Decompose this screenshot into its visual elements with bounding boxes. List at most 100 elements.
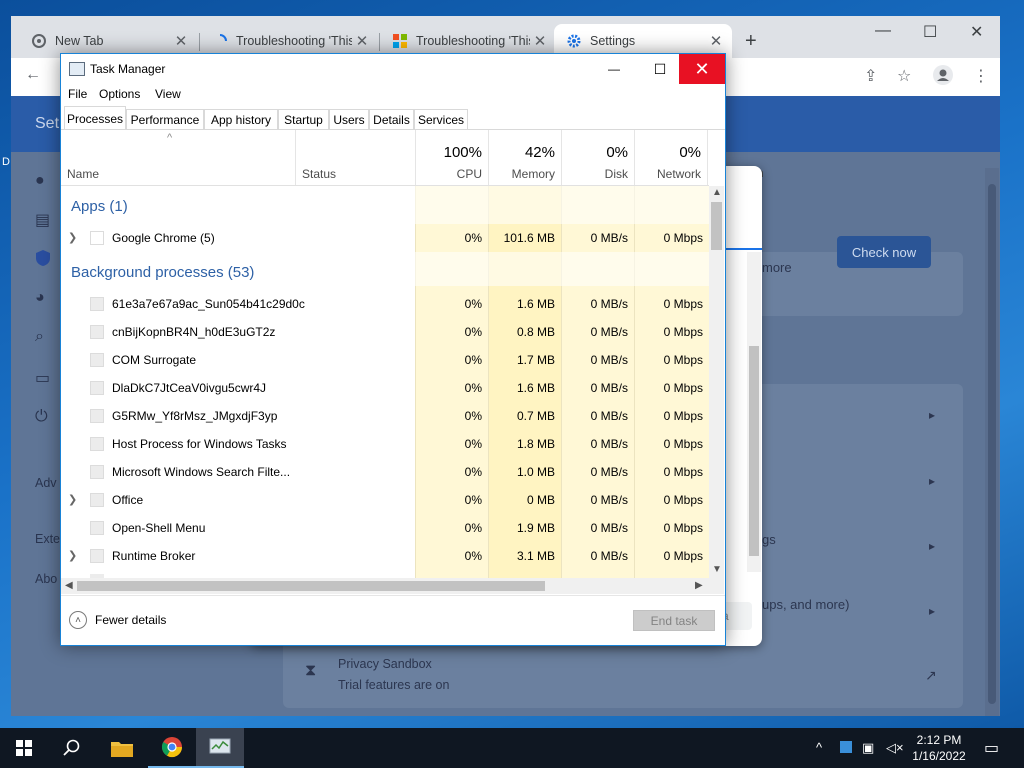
gear-icon bbox=[566, 33, 582, 49]
scroll-left-arrow-icon[interactable]: ◀ bbox=[65, 580, 73, 591]
close-icon[interactable]: ✕ bbox=[171, 32, 191, 50]
chevron-right-icon[interactable]: ▸ bbox=[929, 604, 935, 618]
tray-app-icon[interactable] bbox=[840, 741, 852, 753]
table-row[interactable]: 61e3a7e67a9ac_Sun054b41c29d0c 0% 1.6 MB … bbox=[61, 290, 709, 318]
close-icon[interactable]: ✕ bbox=[530, 32, 550, 50]
start-button[interactable] bbox=[0, 728, 48, 768]
minimize-button[interactable]: — bbox=[591, 54, 637, 84]
close-window-icon[interactable]: ✕ bbox=[970, 22, 983, 42]
person-icon[interactable]: ● bbox=[35, 172, 53, 190]
volume-muted-icon[interactable]: ◁× bbox=[886, 740, 904, 756]
network-icon[interactable]: ▣ bbox=[862, 740, 874, 756]
chrome-taskbar-button[interactable] bbox=[148, 728, 196, 768]
menu-file[interactable]: File bbox=[68, 87, 87, 101]
tab-services[interactable]: Services bbox=[414, 109, 468, 129]
scroll-right-arrow-icon[interactable]: ▶ bbox=[695, 580, 703, 591]
chevron-right-icon[interactable]: ❯ bbox=[68, 542, 77, 570]
clock[interactable]: 2:12 PM 1/16/2022 bbox=[904, 732, 974, 764]
chevron-up-icon[interactable]: ^ bbox=[816, 740, 822, 755]
kebab-menu-icon[interactable]: ⋮ bbox=[973, 66, 989, 86]
table-row[interactable]: Open-Shell Menu 0% 1.9 MB 0 MB/s 0 Mbps bbox=[61, 514, 709, 542]
table-row[interactable]: COM Surrogate 0% 1.7 MB 0 MB/s 0 Mbps bbox=[61, 346, 709, 374]
menu-options[interactable]: Options bbox=[99, 87, 140, 101]
share-icon[interactable]: ⇪ bbox=[864, 66, 877, 86]
tab-startup[interactable]: Startup bbox=[278, 109, 329, 129]
clipboard-icon[interactable]: ▤ bbox=[35, 210, 53, 229]
process-disk: 0 MB/s bbox=[590, 465, 628, 479]
bookmark-star-icon[interactable]: ☆ bbox=[897, 66, 911, 86]
task-manager-titlebar[interactable]: Task Manager — ☐ ✕ bbox=[61, 54, 725, 84]
palette-icon[interactable]: ◕ bbox=[35, 289, 53, 307]
tab-processes[interactable]: Processes bbox=[64, 106, 126, 130]
file-explorer-button[interactable] bbox=[98, 728, 146, 768]
maximize-icon[interactable]: ☐ bbox=[923, 22, 937, 42]
chevron-right-icon[interactable]: ❯ bbox=[68, 224, 77, 252]
chevron-right-icon[interactable]: ▸ bbox=[929, 408, 935, 422]
scroll-down-arrow-icon[interactable]: ▼ bbox=[712, 564, 722, 575]
close-icon[interactable]: ✕ bbox=[352, 32, 372, 50]
horizontal-scrollbar-thumb[interactable] bbox=[77, 581, 545, 591]
chrome-scrollbar[interactable] bbox=[985, 168, 999, 716]
end-task-button[interactable]: End task bbox=[633, 610, 715, 631]
group-header-apps[interactable]: Apps (1) bbox=[61, 192, 709, 222]
profile-avatar-icon[interactable] bbox=[933, 65, 953, 90]
process-network: 0 Mbps bbox=[663, 493, 703, 507]
maximize-button[interactable]: ☐ bbox=[637, 54, 683, 84]
chevron-right-icon[interactable]: ▸ bbox=[929, 474, 935, 488]
column-header-status[interactable]: Status bbox=[295, 130, 415, 185]
column-header-cpu[interactable]: 100% CPU bbox=[415, 130, 488, 185]
table-row[interactable]: ❯ Runtime Broker 0% 3.1 MB 0 MB/s 0 Mbps bbox=[61, 542, 709, 570]
table-row[interactable]: G5RMw_Yf8rMsz_JMgxdjF3yp 0% 0.7 MB 0 MB/… bbox=[61, 402, 709, 430]
group-header-background[interactable]: Background processes (53) bbox=[61, 258, 709, 288]
column-header-disk[interactable]: 0% Disk bbox=[561, 130, 634, 185]
dialog-scrollbar-thumb[interactable] bbox=[749, 346, 759, 556]
search-button[interactable] bbox=[48, 728, 96, 768]
sidebar-item-about[interactable]: Abo bbox=[35, 572, 57, 586]
new-tab-button[interactable]: + bbox=[745, 30, 757, 53]
tab-app-history[interactable]: App history bbox=[204, 109, 278, 129]
tab-users[interactable]: Users bbox=[329, 109, 369, 129]
check-now-button[interactable]: Check now bbox=[837, 236, 931, 268]
browser-icon[interactable]: ▭ bbox=[35, 368, 53, 387]
process-cpu: 0% bbox=[464, 521, 482, 535]
column-header-name[interactable]: ^ Name bbox=[61, 130, 295, 185]
chrome-scrollbar-thumb[interactable] bbox=[988, 184, 996, 704]
tab-details[interactable]: Details bbox=[369, 109, 414, 129]
external-link-icon[interactable]: ↗ bbox=[925, 667, 937, 684]
notification-icon[interactable]: ▭ bbox=[984, 738, 999, 758]
minimize-icon[interactable]: — bbox=[875, 22, 891, 40]
scroll-up-arrow-icon[interactable]: ▲ bbox=[712, 187, 722, 198]
sidebar-item-advanced[interactable]: Adv bbox=[35, 476, 57, 490]
shield-icon[interactable] bbox=[35, 249, 53, 267]
table-row[interactable]: ❯ Office 0% 0 MB 0 MB/s 0 Mbps bbox=[61, 486, 709, 514]
vertical-scrollbar-thumb[interactable] bbox=[711, 202, 722, 250]
task-manager-taskbar-button[interactable] bbox=[196, 728, 244, 768]
process-disk: 0 MB/s bbox=[590, 325, 628, 339]
table-row[interactable]: Host Process for Windows Tasks 0% 1.8 MB… bbox=[61, 430, 709, 458]
column-header-memory[interactable]: 42% Memory bbox=[488, 130, 561, 185]
chevron-right-icon[interactable]: ▸ bbox=[929, 539, 935, 553]
close-button[interactable]: ✕ bbox=[679, 54, 725, 84]
column-header-power[interactable]: P bbox=[707, 130, 711, 185]
chevron-right-icon[interactable]: ❯ bbox=[68, 486, 77, 514]
close-icon[interactable]: ✕ bbox=[706, 32, 726, 50]
table-row[interactable]: Microsoft Windows Search Filte... 0% 1.0… bbox=[61, 458, 709, 486]
tab-performance[interactable]: Performance bbox=[126, 109, 204, 129]
process-list-vertical-scrollbar[interactable]: ▲ ▼ bbox=[709, 186, 724, 578]
process-network: 0 Mbps bbox=[663, 231, 703, 245]
table-row[interactable]: ❯ Google Chrome (5) 0% 101.6 MB 0 MB/s 0… bbox=[61, 224, 709, 252]
search-icon[interactable]: ⌕ bbox=[35, 328, 53, 346]
table-row[interactable]: DlaDkC7JtCeaV0ivgu5cwr4J 0% 1.6 MB 0 MB/… bbox=[61, 374, 709, 402]
process-list-horizontal-scrollbar[interactable]: ◀ ▶ bbox=[61, 578, 709, 594]
power-icon[interactable]: ⏻ bbox=[35, 408, 53, 426]
desktop-edge-label: D bbox=[2, 156, 10, 168]
chevron-up-circle-icon[interactable]: ˄ bbox=[69, 611, 87, 629]
fewer-details-link[interactable]: Fewer details bbox=[95, 613, 166, 627]
column-header-network[interactable]: 0% Network bbox=[634, 130, 707, 185]
dialog-scrollbar[interactable] bbox=[747, 252, 761, 572]
table-row[interactable]: cnBijKopnBR4N_h0dE3uGT2z 0% 0.8 MB 0 MB/… bbox=[61, 318, 709, 346]
back-arrow-icon[interactable]: ← bbox=[25, 66, 41, 84]
privacy-sandbox-title[interactable]: Privacy Sandbox bbox=[338, 657, 432, 671]
sidebar-item-extensions[interactable]: Exte bbox=[35, 532, 60, 546]
menu-view[interactable]: View bbox=[155, 87, 181, 101]
